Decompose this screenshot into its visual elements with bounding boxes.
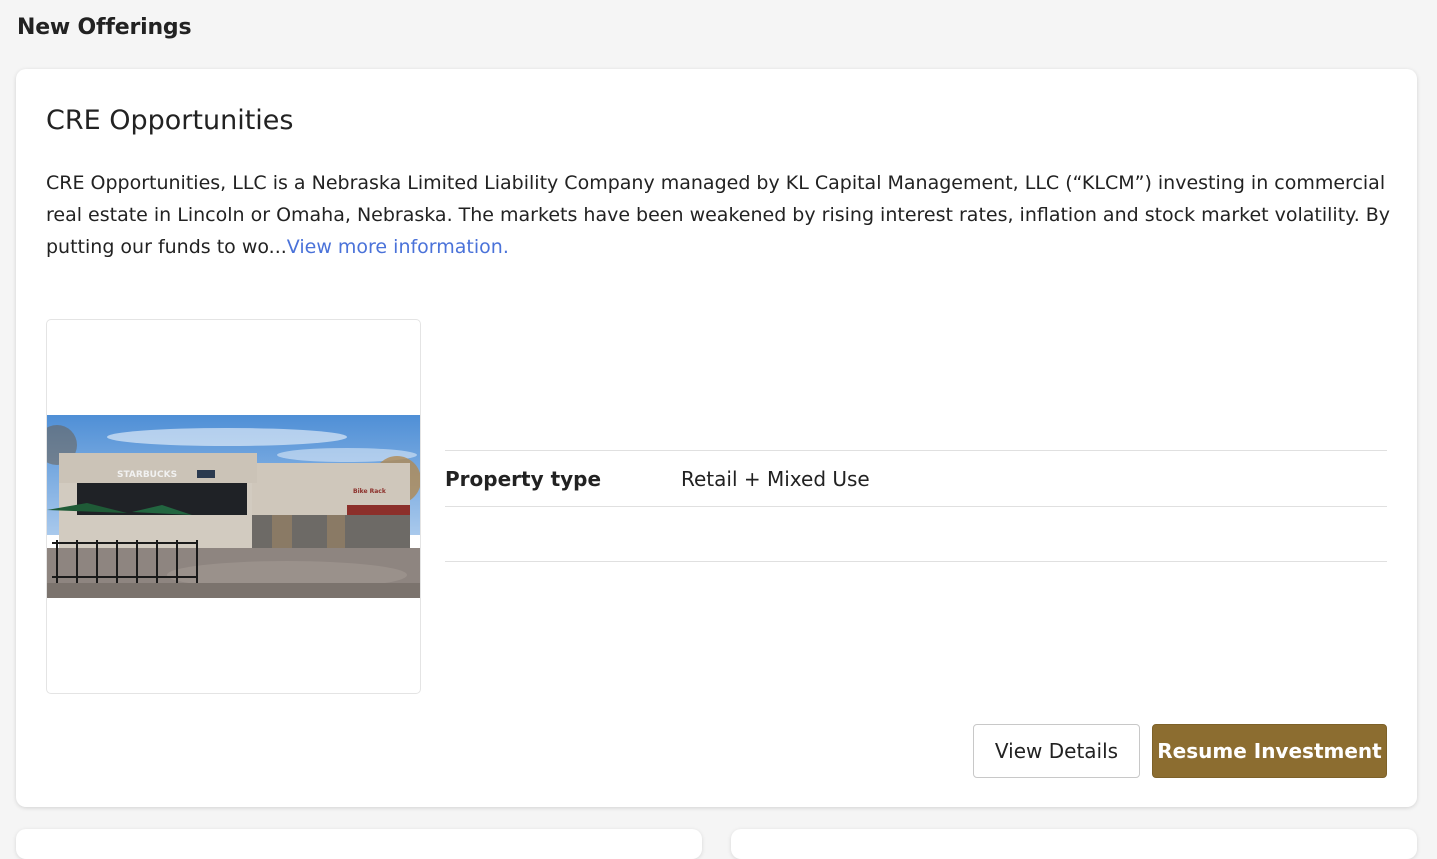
- property-type-row: Property type Retail + Mixed Use: [445, 450, 1387, 506]
- resume-investment-button[interactable]: Resume Investment: [1152, 724, 1387, 778]
- property-info-table: Property type Retail + Mixed Use: [445, 450, 1387, 562]
- view-details-button[interactable]: View Details: [973, 724, 1140, 778]
- offering-description-text: CRE Opportunities, LLC is a Nebraska Lim…: [46, 172, 1391, 258]
- offering-description: CRE Opportunities, LLC is a Nebraska Lim…: [46, 167, 1391, 263]
- offering-card: CRE Opportunities CRE Opportunities, LLC…: [16, 69, 1417, 807]
- property-photo: STARBUCKS Bike Rack: [47, 415, 420, 598]
- starbucks-sign: STARBUCKS: [117, 470, 177, 480]
- property-image-container[interactable]: STARBUCKS Bike Rack: [46, 319, 421, 694]
- section-title: New Offerings: [17, 15, 192, 40]
- empty-detail-row: [445, 506, 1387, 562]
- property-type-value: Retail + Mixed Use: [681, 466, 870, 491]
- property-type-label: Property type: [445, 466, 602, 491]
- bike-rack-sign: Bike Rack: [353, 488, 387, 495]
- view-more-link[interactable]: View more information.: [287, 236, 509, 258]
- offering-title: CRE Opportunities: [46, 105, 294, 136]
